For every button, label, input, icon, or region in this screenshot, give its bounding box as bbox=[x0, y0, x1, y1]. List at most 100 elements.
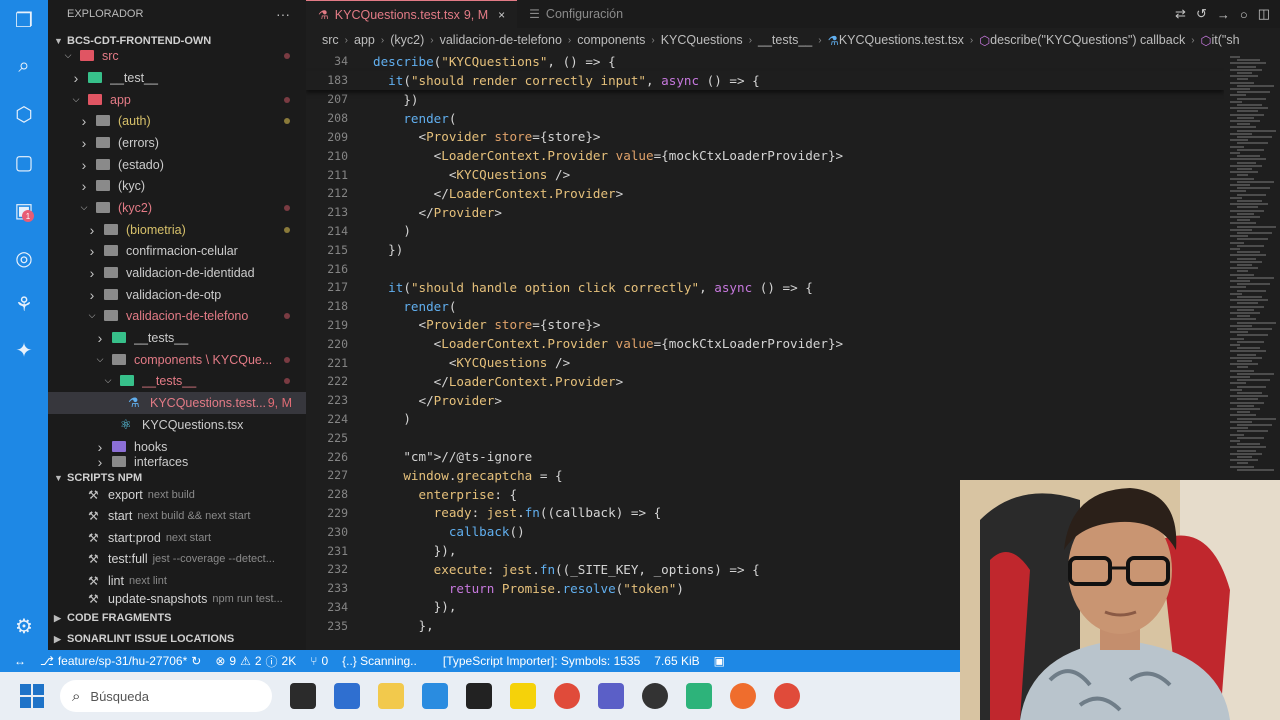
terminal-icon[interactable] bbox=[466, 683, 492, 709]
code-line[interactable]: 216 bbox=[306, 259, 1224, 278]
chrome-icon[interactable] bbox=[554, 683, 580, 709]
code-line[interactable]: 225 bbox=[306, 428, 1224, 447]
tree-item[interactable]: › confirmacion-celular bbox=[48, 240, 306, 262]
breadcrumb-item[interactable]: (kyc2) bbox=[390, 33, 424, 47]
code-line[interactable]: 208 render( bbox=[306, 109, 1224, 128]
code-line[interactable]: 222 </LoaderContext.Provider> bbox=[306, 372, 1224, 391]
timeline-icon[interactable]: ↺ bbox=[1196, 6, 1207, 22]
tree-item[interactable]: › __test__ bbox=[48, 67, 306, 89]
close-tab-icon[interactable]: × bbox=[498, 8, 505, 22]
terminal-app-icon[interactable] bbox=[686, 683, 712, 709]
breadcrumb-item[interactable]: it("sh bbox=[1211, 33, 1239, 47]
postman-icon[interactable] bbox=[730, 683, 756, 709]
obs-icon[interactable] bbox=[642, 683, 668, 709]
code-line[interactable]: 226 "cm">//@ts-ignore bbox=[306, 447, 1224, 466]
code-line[interactable]: 219 <Provider store={store}> bbox=[306, 316, 1224, 335]
vscode-icon[interactable] bbox=[422, 683, 448, 709]
split-editor-icon[interactable]: ◫ bbox=[1258, 6, 1270, 22]
git-graph-icon[interactable]: ✦ bbox=[10, 336, 38, 364]
code-line[interactable]: 207 }) bbox=[306, 90, 1224, 109]
more-actions-icon[interactable]: ··· bbox=[276, 6, 290, 22]
extensions-icon[interactable]: ▣1 bbox=[10, 196, 38, 224]
tree-item[interactable]: ⌵ (kyc2) bbox=[48, 197, 306, 219]
notepad-icon[interactable] bbox=[334, 683, 360, 709]
breadcrumb-item[interactable]: describe("KYCQuestions") callback bbox=[990, 33, 1185, 47]
sticky-scroll-line[interactable]: 34 describe("KYCQuestions", () => { bbox=[306, 52, 1224, 71]
windows-start-icon[interactable] bbox=[20, 684, 44, 708]
testing-icon[interactable]: ◎ bbox=[10, 244, 38, 272]
code-line[interactable]: 223 </Provider> bbox=[306, 391, 1224, 410]
taskbar-search[interactable]: ⌕ Búsqueda bbox=[60, 680, 272, 712]
code-fragments-section[interactable]: ▶ CODE FRAGMENTS bbox=[48, 608, 306, 628]
tree-item[interactable]: › (kyc) bbox=[48, 175, 306, 197]
remote-indicator[interactable]: ↔ bbox=[14, 654, 26, 668]
ts-importer-status[interactable]: [TypeScript Importer]: Symbols: 1535 bbox=[443, 654, 640, 668]
code-line[interactable]: 211 <KYCQuestions /> bbox=[306, 165, 1224, 184]
tree-item[interactable]: ⌵ __tests__ bbox=[48, 370, 306, 392]
code-line[interactable]: 212 </LoaderContext.Provider> bbox=[306, 184, 1224, 203]
npm-script-item[interactable]: ⚒ start:prod next start bbox=[48, 527, 306, 549]
teams-icon[interactable] bbox=[598, 683, 624, 709]
tree-item[interactable]: ⌵ components \ KYCQue... bbox=[48, 349, 306, 371]
tab-configuracion[interactable]: ☰ Configuración bbox=[517, 0, 635, 28]
tree-item[interactable]: ⌵ validacion-de-telefono bbox=[48, 305, 306, 327]
ports-indicator[interactable]: ⑂ 0 bbox=[310, 654, 328, 668]
tree-item[interactable]: ⌵ app bbox=[48, 89, 306, 111]
code-line[interactable]: 213 </Provider> bbox=[306, 203, 1224, 222]
tree-item[interactable]: ⚛ KYCQuestions.tsx bbox=[48, 414, 306, 436]
explorer-icon[interactable]: ❐ bbox=[10, 6, 38, 34]
search-icon[interactable]: ⌕ bbox=[10, 52, 38, 80]
minimap[interactable] bbox=[1224, 52, 1280, 480]
compare-icon[interactable]: ⇄ bbox=[1175, 6, 1186, 22]
file-explorer-icon[interactable] bbox=[378, 683, 404, 709]
code-line[interactable]: 215 }) bbox=[306, 240, 1224, 259]
record-icon[interactable]: ○ bbox=[1240, 7, 1248, 22]
chrome-profile-icon[interactable] bbox=[774, 683, 800, 709]
tree-item[interactable]: › (auth) bbox=[48, 110, 306, 132]
tree-item[interactable]: ⚗ KYCQuestions.test... 9, M bbox=[48, 392, 306, 414]
sticky-scroll-line[interactable]: 183 it("should render correctly input", … bbox=[306, 70, 1224, 90]
breadcrumb-item[interactable]: validacion-de-telefono bbox=[440, 33, 562, 47]
code-line[interactable]: 221 <KYCQuestions /> bbox=[306, 353, 1224, 372]
code-line[interactable]: 214 ) bbox=[306, 222, 1224, 241]
code-line[interactable]: 209 <Provider store={store}> bbox=[306, 128, 1224, 147]
code-line[interactable]: 218 render( bbox=[306, 297, 1224, 316]
tree-item[interactable]: › (biometria) bbox=[48, 219, 306, 241]
code-line[interactable]: 220 <LoaderContext.Provider value={mockC… bbox=[306, 334, 1224, 353]
tree-item[interactable]: › hooks bbox=[48, 436, 306, 458]
image-preview-icon[interactable]: ▣ bbox=[714, 654, 725, 668]
tree-item[interactable]: › validacion-de-identidad bbox=[48, 262, 306, 284]
tab-kycquestions-test[interactable]: ⚗ KYCQuestions.test.tsx 9, M × bbox=[306, 0, 518, 28]
branch-indicator[interactable]: ⎇ feature/sp-31/hu-27706* ↻ bbox=[40, 654, 201, 668]
tree-item[interactable]: › (estado) bbox=[48, 154, 306, 176]
npm-script-item[interactable]: ⚒ start next build && next start bbox=[48, 506, 306, 528]
problems-indicator[interactable]: ⊗ 9 ⚠ 2 ⓘ 2K bbox=[215, 653, 296, 670]
settings-gear-icon[interactable]: ⚙ bbox=[10, 612, 38, 640]
breadcrumb-item[interactable]: KYCQuestions.test.tsx bbox=[839, 33, 964, 47]
code-line[interactable]: 210 <LoaderContext.Provider value={mockC… bbox=[306, 146, 1224, 165]
media-player-icon[interactable] bbox=[510, 683, 536, 709]
breadcrumb-item[interactable]: __tests__ bbox=[758, 33, 812, 47]
npm-script-item[interactable]: ⚒ export next build bbox=[48, 484, 306, 506]
code-line[interactable]: 217 it("should handle option click corre… bbox=[306, 278, 1224, 297]
sonarlint-section[interactable]: ▶ SONARLINT ISSUE LOCATIONS bbox=[48, 629, 306, 649]
tree-item[interactable]: ⌵ src bbox=[48, 45, 306, 67]
tree-item[interactable]: › __tests__ bbox=[48, 327, 306, 349]
npm-script-item[interactable]: ⚒ lint next lint bbox=[48, 570, 306, 592]
breadcrumb-item[interactable]: KYCQuestions bbox=[661, 33, 743, 47]
scanning-status[interactable]: {..} Scanning.. bbox=[342, 654, 417, 668]
tree-item[interactable]: › (errors) bbox=[48, 132, 306, 154]
breadcrumb-item[interactable]: src bbox=[322, 33, 339, 47]
task-view-icon[interactable] bbox=[290, 683, 316, 709]
breadcrumb-item[interactable]: components bbox=[577, 33, 645, 47]
tree-icon[interactable]: ⚘ bbox=[10, 290, 38, 318]
tree-item[interactable]: › interfaces bbox=[48, 456, 306, 467]
tree-item[interactable]: › validacion-de-otp bbox=[48, 284, 306, 306]
code-line[interactable]: 224 ) bbox=[306, 410, 1224, 429]
npm-script-item[interactable]: ⚒ test:full jest --coverage --detect... bbox=[48, 549, 306, 571]
next-change-icon[interactable]: → bbox=[1217, 7, 1230, 22]
npm-script-item[interactable]: ⚒ update-snapshots npm run test... bbox=[48, 592, 306, 606]
remote-icon[interactable]: ▢ bbox=[10, 148, 38, 176]
source-control-icon[interactable]: ⬡ bbox=[10, 100, 38, 128]
breadcrumb-item[interactable]: app bbox=[354, 33, 375, 47]
